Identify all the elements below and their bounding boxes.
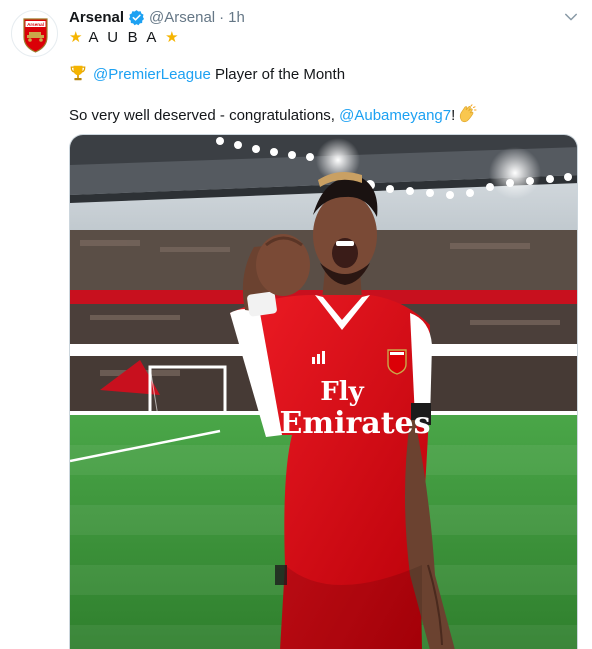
tweet-text-line-3: So very well deserved - congratulations,… xyxy=(69,104,477,126)
user-handle[interactable]: @Arsenal xyxy=(149,9,215,26)
congrats-text: So very well deserved - congratulations, xyxy=(69,107,340,124)
separator-dot: · xyxy=(219,8,225,26)
clapping-hands-emoji-icon xyxy=(460,104,477,123)
tweet-card[interactable]: Arsenal Arsenal @Arsenal · 1h ★ A U B A … xyxy=(0,0,592,649)
premierleague-mention-link[interactable]: @PremierLeague xyxy=(93,66,211,83)
sponsor-fly: Fly xyxy=(320,377,364,407)
arsenal-crest-icon: Arsenal xyxy=(23,18,48,53)
verified-badge-icon xyxy=(129,9,145,25)
tweet-text-line-1: ★ A U B A ★ xyxy=(69,27,179,48)
star-emoji-icon: ★ xyxy=(69,28,83,46)
tweet-photo[interactable]: Fly Emirates xyxy=(69,134,578,649)
star-emoji-icon: ★ xyxy=(165,28,179,46)
tweet-header: Arsenal @Arsenal · 1h xyxy=(69,6,245,28)
sponsor-emirates: Emirates xyxy=(279,406,430,441)
avatar[interactable]: Arsenal xyxy=(11,10,58,57)
aubameyang-celebration-photo: Fly Emirates xyxy=(70,135,577,649)
player-of-month-text: Player of the Month xyxy=(210,66,346,83)
chevron-down-icon[interactable] xyxy=(562,8,580,26)
aubameyang-mention-link[interactable]: @Aubameyang7 xyxy=(339,107,451,124)
trophy-emoji-icon xyxy=(70,65,86,81)
timestamp[interactable]: 1h xyxy=(228,9,245,26)
crest-label: Arsenal xyxy=(27,22,44,27)
tweet-text-line-2: @PremierLeague Player of the Month xyxy=(69,64,345,85)
display-name[interactable]: Arsenal xyxy=(69,9,124,26)
exclamation-text: ! xyxy=(451,107,456,124)
auba-text: A U B A xyxy=(88,29,159,46)
